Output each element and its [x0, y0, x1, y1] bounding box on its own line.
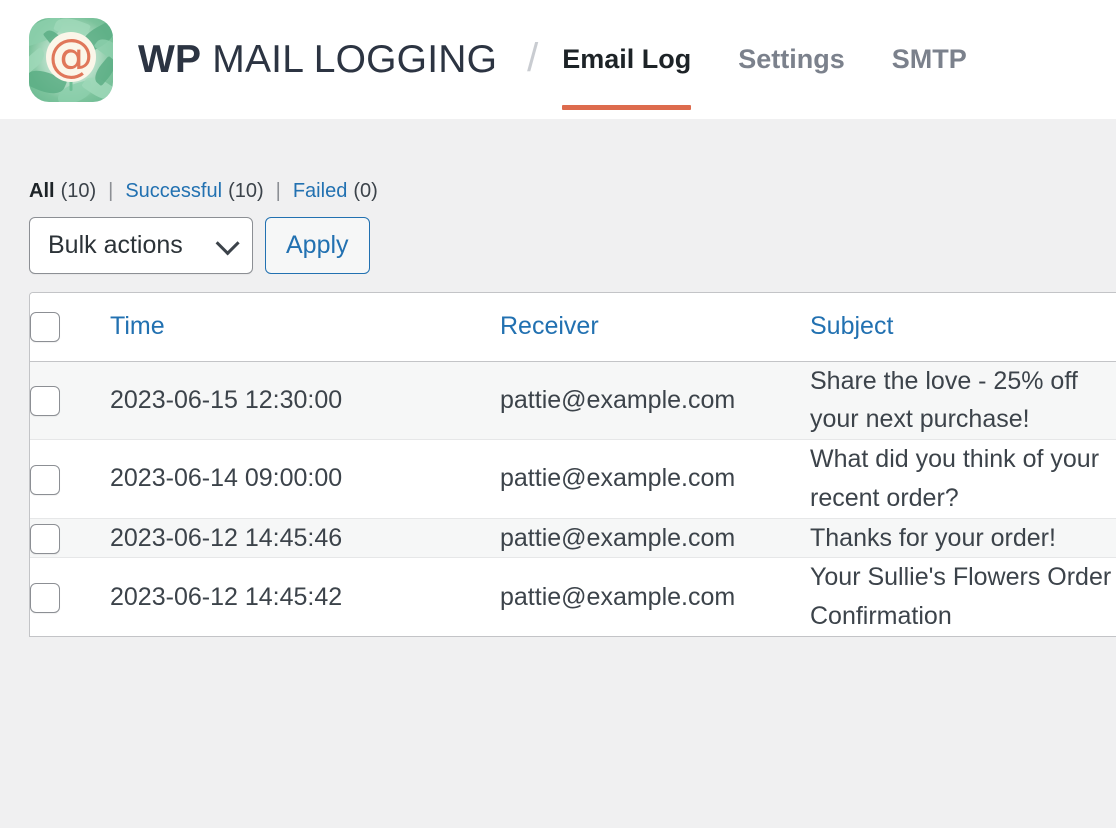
email-log-table: Time Receiver Subject 2023-06-15 12:30:0… [30, 293, 1116, 636]
row-checkbox[interactable] [30, 465, 60, 495]
row-select-cell [30, 361, 110, 440]
cell-receiver: pattie@example.com [500, 361, 810, 440]
cell-time: 2023-06-14 09:00:00 [110, 440, 500, 519]
cell-receiver: pattie@example.com [500, 440, 810, 519]
wp-mail-logging-logo-icon: @ [29, 18, 113, 102]
apply-button[interactable]: Apply [265, 217, 370, 274]
row-select-cell [30, 518, 110, 558]
column-header-receiver: Receiver [500, 293, 810, 361]
table-nav-top: Bulk actions Apply [0, 203, 1116, 274]
table-row[interactable]: 2023-06-14 09:00:00 pattie@example.com W… [30, 440, 1116, 519]
tab-smtp[interactable]: SMTP [892, 0, 967, 119]
bulk-actions-label: Bulk actions [48, 231, 183, 260]
row-checkbox[interactable] [30, 583, 60, 613]
tab-settings-label: Settings [738, 44, 845, 75]
filter-divider-2: | [276, 180, 281, 203]
main-nav-tabs: Email Log Settings SMTP [562, 0, 967, 119]
cell-receiver: pattie@example.com [500, 558, 810, 636]
cell-time: 2023-06-12 14:45:46 [110, 518, 500, 558]
tab-email-log-label: Email Log [562, 44, 691, 75]
table-row[interactable]: 2023-06-12 14:45:42 pattie@example.com Y… [30, 558, 1116, 636]
brand-title: WP MAIL LOGGING [138, 38, 497, 82]
row-select-cell [30, 558, 110, 636]
table-body: 2023-06-15 12:30:00 pattie@example.com S… [30, 361, 1116, 636]
row-checkbox[interactable] [30, 524, 60, 554]
table-row[interactable]: 2023-06-15 12:30:00 pattie@example.com S… [30, 361, 1116, 440]
tab-settings[interactable]: Settings [738, 0, 845, 119]
filter-link-all[interactable]: All [29, 180, 55, 203]
column-header-subject: Subject [810, 293, 1116, 361]
filter-link-failed[interactable]: Failed [293, 180, 347, 203]
status-filter-links: All (10) | Successful (10) | Failed (0) [0, 119, 1116, 203]
at-symbol-icon: @ [46, 32, 96, 82]
filter-link-successful[interactable]: Successful [125, 180, 222, 203]
filter-count-failed: (0) [353, 180, 377, 203]
app-header: @ WP MAIL LOGGING / Email Log Settings S… [0, 0, 1116, 119]
filter-count-all: (10) [61, 180, 97, 203]
column-header-time-link[interactable]: Time [110, 312, 165, 340]
filter-count-successful: (10) [228, 180, 264, 203]
bulk-actions-select[interactable]: Bulk actions [29, 217, 253, 274]
table-head: Time Receiver Subject [30, 293, 1116, 361]
page-body: All (10) | Successful (10) | Failed (0) … [0, 119, 1116, 637]
brand-title-rest: MAIL LOGGING [212, 38, 497, 81]
tab-smtp-label: SMTP [892, 44, 967, 75]
select-all-checkbox[interactable] [30, 312, 60, 342]
cell-time: 2023-06-15 12:30:00 [110, 361, 500, 440]
cell-subject: Your Sullie's Flowers Order Confirmation [810, 558, 1116, 636]
email-log-table-wrap: Time Receiver Subject 2023-06-15 12:30:0… [29, 292, 1116, 637]
row-checkbox[interactable] [30, 386, 60, 416]
table-row[interactable]: 2023-06-12 14:45:46 pattie@example.com T… [30, 518, 1116, 558]
cell-subject: Thanks for your order! [810, 518, 1116, 558]
brand-title-wp: WP [138, 38, 201, 81]
cell-time: 2023-06-12 14:45:42 [110, 558, 500, 636]
cell-receiver: pattie@example.com [500, 518, 810, 558]
table-header-row: Time Receiver Subject [30, 293, 1116, 361]
column-header-subject-link[interactable]: Subject [810, 312, 893, 340]
chevron-down-icon [216, 231, 240, 255]
cell-subject: What did you think of your recent order? [810, 440, 1116, 519]
filter-divider-1: | [108, 180, 113, 203]
brand-separator: / [527, 38, 538, 78]
row-select-cell [30, 440, 110, 519]
column-header-time: Time [110, 293, 500, 361]
select-all-header [30, 293, 110, 361]
tab-email-log[interactable]: Email Log [562, 0, 691, 119]
column-header-receiver-link[interactable]: Receiver [500, 312, 599, 340]
cell-subject: Share the love - 25% off your next purch… [810, 361, 1116, 440]
brand: @ WP MAIL LOGGING [29, 18, 497, 102]
